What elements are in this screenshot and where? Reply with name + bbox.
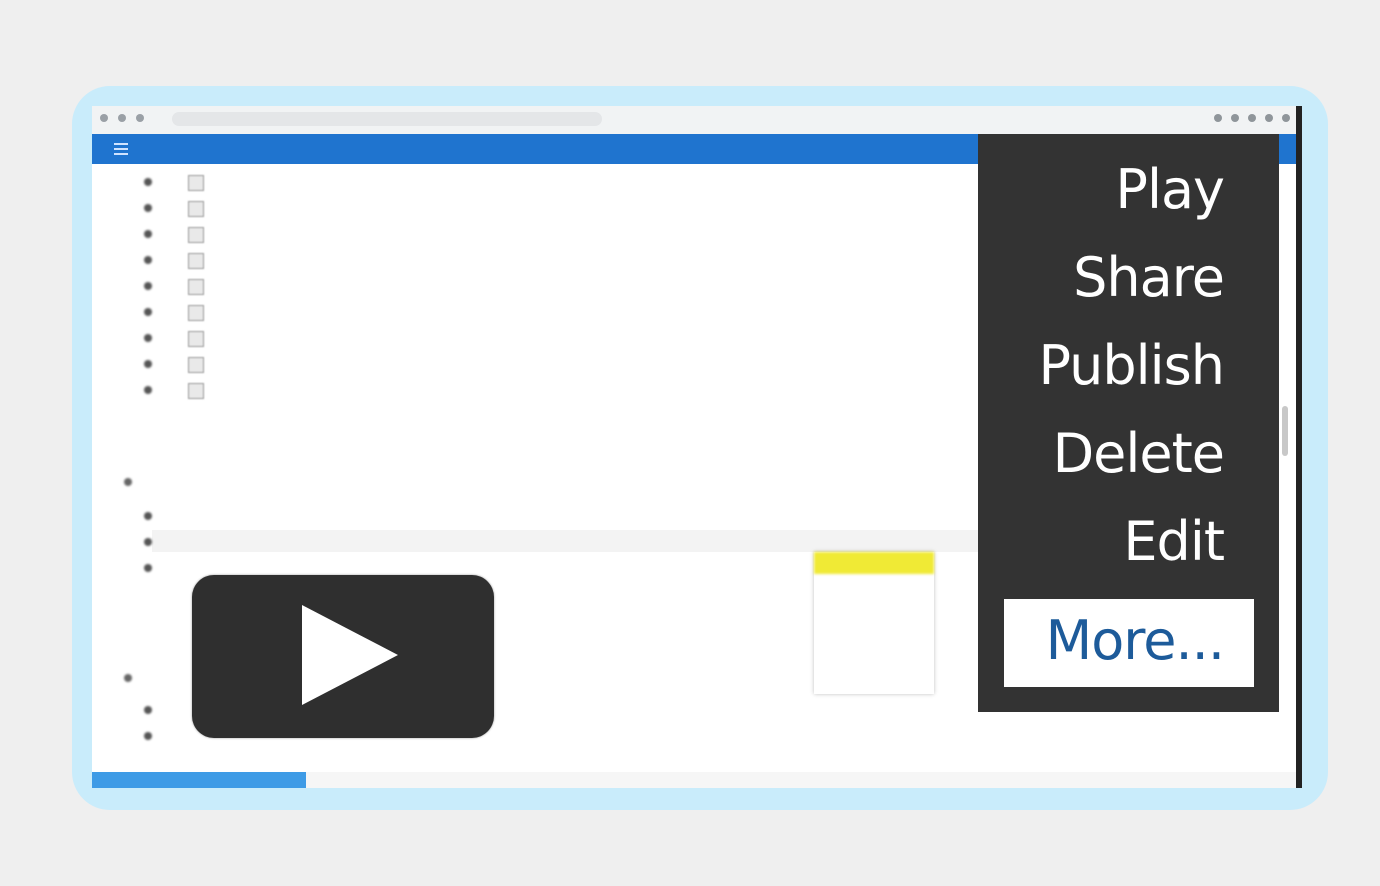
- extension-icon: [1248, 114, 1256, 122]
- extension-icon: [1231, 114, 1239, 122]
- menu-item-publish[interactable]: Publish: [1039, 334, 1225, 397]
- video-timeline[interactable]: [306, 772, 1302, 788]
- browser-nav-icons: [100, 114, 144, 122]
- play-icon: [302, 605, 398, 705]
- scrollbar[interactable]: [1282, 406, 1288, 456]
- dropdown-item: [814, 574, 934, 596]
- screen-edge: [1296, 106, 1302, 788]
- reload-icon: [136, 114, 144, 122]
- browser-extension-icons: [1214, 114, 1290, 122]
- dropdown-item: [814, 552, 934, 574]
- video-progress-bar[interactable]: [92, 772, 306, 788]
- menu-item-more-label: More...: [1045, 609, 1225, 672]
- browser-toolbar: [92, 106, 1302, 135]
- menu-item-play[interactable]: Play: [1115, 158, 1225, 221]
- dropdown-item: [814, 596, 934, 618]
- back-icon: [100, 114, 108, 122]
- hamburger-menu-icon: [114, 143, 128, 155]
- menu-item-edit[interactable]: Edit: [1123, 510, 1225, 573]
- dropdown-item: [814, 618, 934, 640]
- extension-icon: [1265, 114, 1273, 122]
- forward-icon: [118, 114, 126, 122]
- extension-icon: [1282, 114, 1290, 122]
- menu-item-share[interactable]: Share: [1073, 246, 1225, 309]
- section-bullet: [124, 478, 132, 486]
- section-bullet: [124, 674, 132, 682]
- extension-icon: [1214, 114, 1222, 122]
- play-button[interactable]: [192, 575, 494, 738]
- menu-item-more[interactable]: More...: [1004, 599, 1254, 687]
- context-menu: Play Share Publish Delete Edit More...: [978, 134, 1279, 712]
- menu-item-delete[interactable]: Delete: [1053, 422, 1225, 485]
- activity-action-dropdown: [814, 552, 934, 694]
- address-bar: [172, 112, 602, 126]
- dropdown-item: [814, 640, 934, 662]
- dropdown-item: [814, 662, 934, 684]
